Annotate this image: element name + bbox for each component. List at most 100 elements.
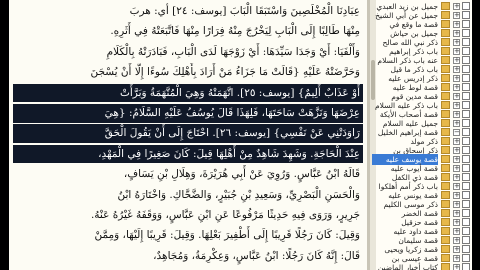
- checkbox-icon[interactable]: [462, 110, 470, 118]
- expander-icon[interactable]: +: [453, 201, 460, 208]
- folder-icon: [441, 164, 450, 172]
- folder-icon: [441, 65, 450, 73]
- checkbox-icon[interactable]: [462, 236, 470, 244]
- checkbox-icon[interactable]: [462, 200, 470, 208]
- checkbox-icon[interactable]: [462, 38, 470, 46]
- expander-icon[interactable]: +: [453, 174, 460, 181]
- folder-icon: [441, 227, 450, 235]
- expander-icon[interactable]: +: [453, 57, 460, 64]
- checkbox-icon[interactable]: [462, 254, 470, 262]
- expander-icon[interactable]: +: [453, 210, 460, 217]
- checkbox-icon[interactable]: [462, 128, 470, 136]
- checkbox-icon[interactable]: [462, 2, 470, 10]
- tree-item[interactable]: + كتاب أخبار الماضين: [370, 262, 472, 270]
- expander-icon[interactable]: +: [453, 156, 460, 163]
- expander-icon[interactable]: +: [453, 246, 460, 253]
- checkbox-icon[interactable]: [462, 92, 470, 100]
- text-line[interactable]: وَقِيلَ: كَانَ رَجُلًا قَرِيبًا إِلَى أَ…: [13, 226, 363, 245]
- expander-icon[interactable]: +: [453, 165, 460, 172]
- folder-icon: [441, 20, 450, 28]
- checkbox-icon[interactable]: [462, 101, 470, 109]
- folder-icon: [441, 182, 450, 190]
- folder-icon: [441, 128, 450, 136]
- checkbox-icon[interactable]: [462, 182, 470, 190]
- checkbox-icon[interactable]: [462, 83, 470, 91]
- folder-icon: [441, 119, 450, 127]
- checkbox-icon[interactable]: [462, 173, 470, 181]
- selected-text-line[interactable]: عِنْدَ الْحَاجَةِ. وَشَهِدَ شَاهِدٌ مِنْ…: [13, 144, 363, 164]
- expander-icon[interactable]: +: [453, 102, 460, 109]
- expander-icon[interactable]: +: [453, 183, 460, 190]
- checkbox-icon[interactable]: [462, 146, 470, 154]
- folder-icon: [441, 83, 450, 91]
- checkbox-icon[interactable]: [462, 191, 470, 199]
- expander-icon[interactable]: +: [453, 255, 460, 262]
- text-line[interactable]: عِبَادِنَا الْمُخْلَصِينَ وَاسْتَبَقَا ا…: [13, 2, 363, 21]
- folder-icon: [441, 56, 450, 64]
- folder-icon: [441, 101, 450, 109]
- text-line[interactable]: جَرِيرٍ، وَرَوَى فِيهِ حَدِيثًا مَرْفُوع…: [13, 206, 363, 225]
- folder-icon: [441, 92, 450, 100]
- text-line[interactable]: مِنْهَا طَالِبًا إِلَى الْبَابِ لِيَخْرُ…: [13, 22, 363, 41]
- checkbox-icon[interactable]: [462, 74, 470, 82]
- selected-text-line[interactable]: عِرْضَهَا وَنَزَّهَتْ سَاحَتَهَا، فَلِهَ…: [13, 104, 363, 123]
- expander-icon[interactable]: +: [453, 39, 460, 46]
- expander-icon[interactable]: +: [453, 147, 460, 154]
- checkbox-icon[interactable]: [462, 263, 470, 270]
- checkbox-icon[interactable]: [462, 155, 470, 163]
- expander-icon[interactable]: +: [453, 237, 460, 244]
- expander-icon[interactable]: +: [453, 12, 460, 19]
- checkbox-icon[interactable]: [462, 11, 470, 19]
- expander-icon[interactable]: +: [453, 3, 460, 10]
- expander-icon[interactable]: +: [453, 21, 460, 28]
- selected-text-line[interactable]: أَوْ عَذَابٌ أَلِيمٌ} [يوسف: ٢٥]. اتَّهَ…: [13, 83, 363, 103]
- folder-icon: [441, 11, 450, 19]
- expander-icon[interactable]: +: [453, 30, 460, 37]
- checkbox-icon[interactable]: [462, 20, 470, 28]
- folder-icon: [441, 74, 450, 82]
- checkbox-icon[interactable]: [462, 56, 470, 64]
- expander-icon[interactable]: +: [453, 219, 460, 226]
- expander-icon[interactable]: +: [453, 138, 460, 145]
- expander-icon[interactable]: +: [453, 228, 460, 235]
- folder-icon: [441, 47, 450, 55]
- checkbox-icon[interactable]: [462, 137, 470, 145]
- checkbox-icon[interactable]: [462, 29, 470, 37]
- expander-icon[interactable]: +: [453, 75, 460, 82]
- text-line[interactable]: وَالْحَسَنِ الْبَصْرِيِّ، وَسَعِيدِ بْنِ…: [13, 186, 363, 205]
- text-line[interactable]: وَحَرَّضَتْهُ عَلَيْهِ {قَالَتْ مَا جَزَ…: [13, 63, 363, 82]
- checkbox-icon[interactable]: [462, 209, 470, 217]
- expander-icon[interactable]: +: [453, 48, 460, 55]
- folder-icon: [441, 263, 450, 270]
- checkbox-icon[interactable]: [462, 245, 470, 253]
- expander-icon[interactable]: +: [453, 84, 460, 91]
- book-text-pane[interactable]: عِبَادِنَا الْمُخْلَصِينَ وَاسْتَبَقَا ا…: [9, 0, 367, 270]
- checkbox-icon[interactable]: [462, 164, 470, 172]
- expander-icon[interactable]: +: [453, 120, 460, 127]
- expander-icon[interactable]: +: [453, 111, 460, 118]
- selected-text-line[interactable]: رَاوَدَتْنِي عَنْ نَفْسِي} [يوسف: ٢٦]. ا…: [13, 124, 363, 143]
- folder-icon: [441, 173, 450, 181]
- checkbox-icon[interactable]: [462, 119, 470, 127]
- text-line[interactable]: قَالَهُ ابْنُ عَبَّاسٍ. وَرُوِيَ عَنْ أَ…: [13, 165, 363, 184]
- folder-icon: [441, 2, 450, 10]
- folder-icon: [441, 29, 450, 37]
- text-line[interactable]: وَأَلْفَيَا: أَيْ وَجَدَا سَيِّدَهَا: أَ…: [13, 43, 363, 62]
- text-line[interactable]: قَالَ: إِنَّهُ كَانَ رَجُلًا: ابْنُ عَبَ…: [13, 247, 363, 266]
- checkbox-icon[interactable]: [462, 218, 470, 226]
- expander-icon[interactable]: +: [453, 93, 460, 100]
- folder-icon: [441, 137, 450, 145]
- expander-icon[interactable]: +: [453, 264, 460, 270]
- folder-icon: [441, 200, 450, 208]
- checkbox-icon[interactable]: [462, 47, 470, 55]
- folder-icon: [441, 191, 450, 199]
- expander-icon[interactable]: +: [453, 66, 460, 73]
- folder-icon: [441, 236, 450, 244]
- expander-icon[interactable]: −: [453, 129, 460, 136]
- folder-icon: [441, 38, 450, 46]
- checkbox-icon[interactable]: [462, 65, 470, 73]
- folder-icon: [441, 110, 450, 118]
- expander-icon[interactable]: +: [453, 192, 460, 199]
- chapter-tree[interactable]: + جميل بن زيد العبدي + جميل عن أبي الشيخ + قص…: [370, 0, 472, 270]
- checkbox-icon[interactable]: [462, 227, 470, 235]
